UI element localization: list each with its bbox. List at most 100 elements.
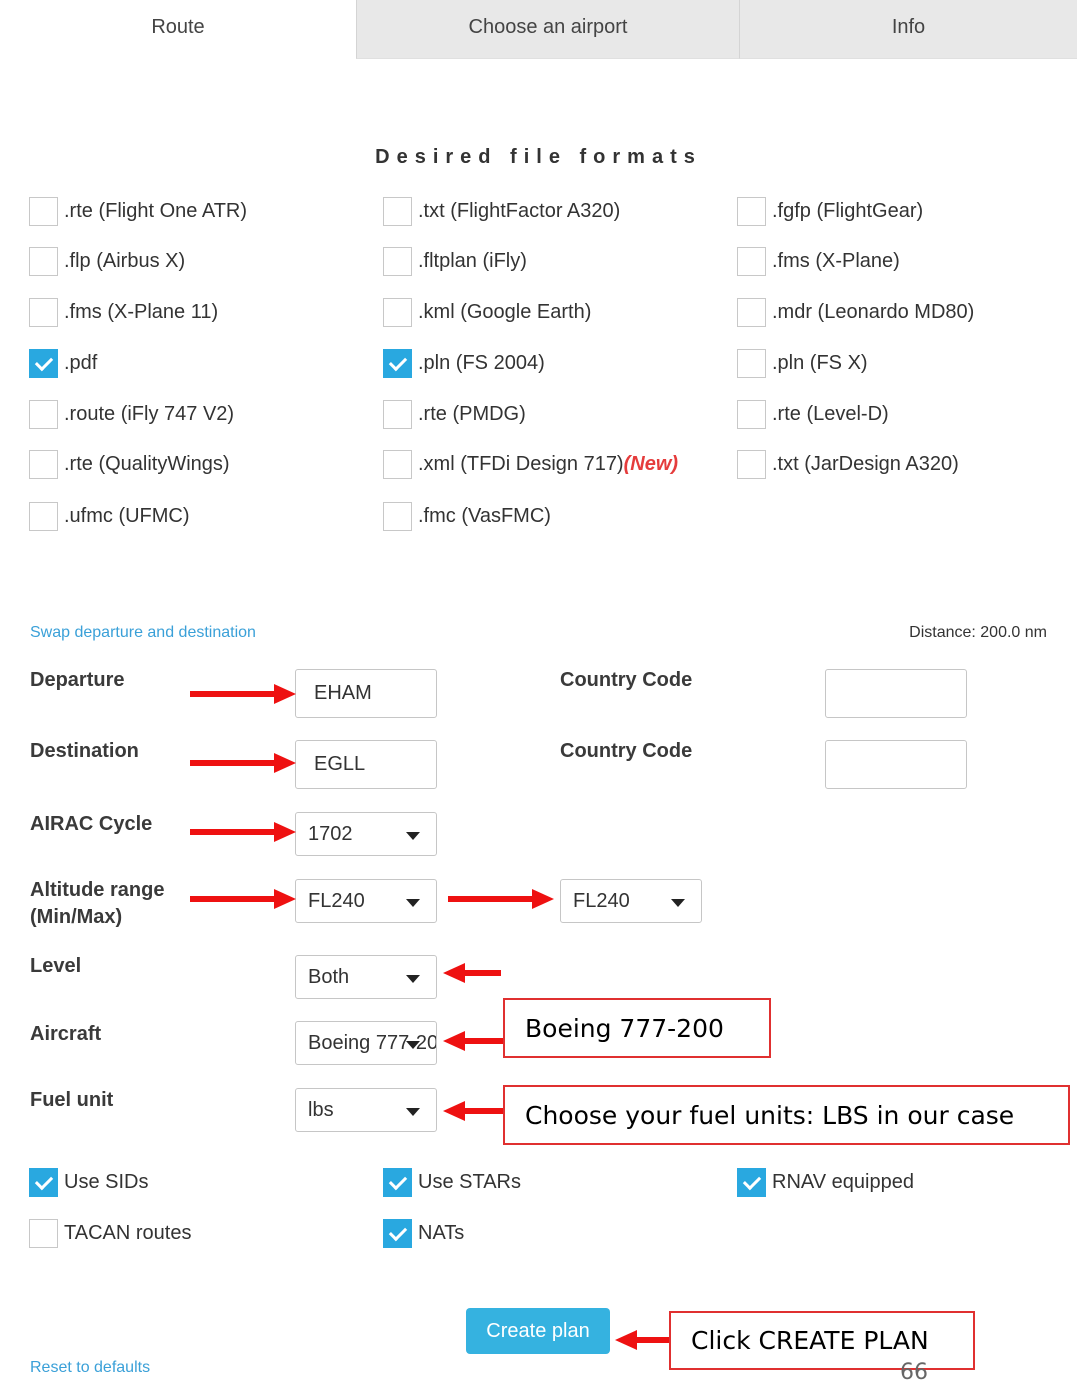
chevron-down-icon bbox=[406, 975, 420, 983]
format-checkbox-label: .ufmc (UFMC) bbox=[64, 504, 190, 527]
format-checkbox-item[interactable]: .mdr (Leonardo MD80) bbox=[737, 297, 974, 327]
annotation-arrow bbox=[443, 1101, 503, 1121]
checkbox-unchecked-icon[interactable] bbox=[737, 196, 766, 226]
format-checkbox-label: .rte (PMDG) bbox=[418, 402, 526, 425]
fuel-select[interactable]: lbs bbox=[295, 1088, 437, 1132]
checkbox-unchecked-icon[interactable] bbox=[29, 297, 58, 327]
option-checkbox-item[interactable]: RNAV equipped bbox=[737, 1167, 914, 1197]
option-checkbox-label: RNAV equipped bbox=[772, 1170, 914, 1193]
format-checkbox-item[interactable]: .ufmc (UFMC) bbox=[29, 501, 190, 531]
airac-select[interactable]: 1702 bbox=[295, 812, 437, 856]
checkbox-unchecked-icon[interactable] bbox=[383, 246, 412, 276]
checkbox-unchecked-icon[interactable] bbox=[737, 399, 766, 429]
reset-defaults-link[interactable]: Reset to defaults bbox=[30, 1359, 150, 1377]
format-checkbox-label: .pdf bbox=[64, 351, 98, 374]
checkbox-unchecked-icon[interactable] bbox=[29, 1218, 58, 1248]
aircraft-select[interactable]: Boeing 777-200 bbox=[295, 1021, 437, 1065]
checkbox-checked-icon[interactable] bbox=[383, 1167, 412, 1197]
tab-route-label: Route bbox=[151, 16, 205, 38]
format-checkbox-item[interactable]: .flp (Airbus X) bbox=[29, 246, 185, 276]
format-checkbox-item[interactable]: .route (iFly 747 V2) bbox=[29, 399, 234, 429]
format-checkbox-item[interactable]: .kml (Google Earth) bbox=[383, 297, 591, 327]
checkbox-unchecked-icon[interactable] bbox=[737, 449, 766, 479]
checkbox-unchecked-icon[interactable] bbox=[29, 501, 58, 531]
format-checkbox-item[interactable]: .fmc (VasFMC) bbox=[383, 501, 551, 531]
checkbox-checked-icon[interactable] bbox=[29, 348, 58, 378]
format-checkbox-item[interactable]: .txt (JarDesign A320) bbox=[737, 449, 959, 479]
format-checkbox-item[interactable]: .xml (TFDi Design 717) (New) bbox=[383, 449, 678, 479]
format-checkbox-label: .rte (QualityWings) bbox=[64, 452, 230, 475]
format-checkbox-label: .route (iFly 747 V2) bbox=[64, 402, 235, 425]
chevron-down-icon bbox=[671, 899, 685, 907]
country-code-dep-input[interactable] bbox=[825, 669, 967, 718]
checkbox-unchecked-icon[interactable] bbox=[737, 348, 766, 378]
option-checkbox-label: NATs bbox=[418, 1221, 465, 1244]
option-checkbox-item[interactable]: NATs bbox=[383, 1218, 464, 1248]
chevron-down-icon bbox=[406, 899, 420, 907]
format-checkbox-item[interactable]: .fms (X-Plane 11) bbox=[29, 297, 218, 327]
format-checkbox-item[interactable]: .rte (PMDG) bbox=[383, 399, 526, 429]
altitude-max-select[interactable]: FL240 bbox=[560, 879, 702, 923]
swap-link[interactable]: Swap departure and destination bbox=[30, 624, 256, 642]
file-formats-title: Desired file formats bbox=[375, 146, 702, 168]
format-checkbox-label: .txt (JarDesign A320) bbox=[772, 452, 959, 475]
format-checkbox-item[interactable]: .pln (FS X) bbox=[737, 348, 868, 378]
country-code-dep-label: Country Code bbox=[560, 669, 693, 691]
checkbox-checked-icon[interactable] bbox=[29, 1167, 58, 1197]
altitude-label-line1: Altitude range bbox=[30, 879, 165, 901]
checkbox-unchecked-icon[interactable] bbox=[383, 501, 412, 531]
tab-choose-airport[interactable]: Choose an airport bbox=[356, 0, 739, 59]
format-checkbox-item[interactable]: .rte (Level-D) bbox=[737, 399, 889, 429]
new-badge: (New) bbox=[623, 452, 679, 475]
option-checkbox-label: Use STARs bbox=[418, 1170, 521, 1193]
checkbox-unchecked-icon[interactable] bbox=[383, 399, 412, 429]
checkbox-checked-icon[interactable] bbox=[383, 1218, 412, 1248]
departure-input[interactable]: EHAM bbox=[295, 669, 437, 718]
annotation-arrow bbox=[615, 1330, 671, 1350]
format-checkbox-item[interactable]: .pdf bbox=[29, 348, 97, 378]
checkbox-unchecked-icon[interactable] bbox=[383, 196, 412, 226]
checkbox-unchecked-icon[interactable] bbox=[29, 399, 58, 429]
checkbox-unchecked-icon[interactable] bbox=[29, 196, 58, 226]
format-checkbox-item[interactable]: .pln (FS 2004) bbox=[383, 348, 545, 378]
destination-label: Destination bbox=[30, 740, 139, 762]
checkbox-checked-icon[interactable] bbox=[737, 1167, 766, 1197]
checkbox-unchecked-icon[interactable] bbox=[29, 246, 58, 276]
altitude-label: Altitude range (Min/Max) bbox=[30, 877, 164, 931]
checkbox-unchecked-icon[interactable] bbox=[737, 246, 766, 276]
checkbox-checked-icon[interactable] bbox=[383, 348, 412, 378]
format-checkbox-item[interactable]: .txt (FlightFactor A320) bbox=[383, 196, 620, 226]
option-checkbox-item[interactable]: TACAN routes bbox=[29, 1218, 191, 1248]
format-checkbox-item[interactable]: .fms (X-Plane) bbox=[737, 246, 900, 276]
annotation-arrow bbox=[190, 889, 296, 909]
tab-info[interactable]: Info bbox=[739, 0, 1077, 59]
option-checkbox-label: Use SIDs bbox=[64, 1170, 149, 1193]
checkbox-unchecked-icon[interactable] bbox=[383, 449, 412, 479]
destination-input[interactable]: EGLL bbox=[295, 740, 437, 789]
format-checkbox-label: .fltplan (iFly) bbox=[418, 249, 527, 272]
country-code-dest-input[interactable] bbox=[825, 740, 967, 789]
option-checkbox-label: TACAN routes bbox=[64, 1221, 192, 1244]
format-checkbox-item[interactable]: .rte (Flight One ATR) bbox=[29, 196, 247, 226]
annotation-arrow bbox=[448, 889, 554, 909]
format-checkbox-label: .fms (X-Plane) bbox=[772, 249, 900, 272]
create-plan-button[interactable]: Create plan bbox=[466, 1308, 610, 1354]
altitude-min-select[interactable]: FL240 bbox=[295, 879, 437, 923]
checkbox-unchecked-icon[interactable] bbox=[29, 449, 58, 479]
airac-select-value: 1702 bbox=[308, 822, 353, 845]
format-checkbox-label: .fmc (VasFMC) bbox=[418, 504, 551, 527]
option-checkbox-item[interactable]: Use STARs bbox=[383, 1167, 521, 1197]
option-checkbox-item[interactable]: Use SIDs bbox=[29, 1167, 148, 1197]
chevron-down-icon bbox=[406, 1108, 420, 1116]
altitude-max-value: FL240 bbox=[573, 889, 630, 912]
chevron-down-icon bbox=[406, 1041, 420, 1049]
format-checkbox-label: .kml (Google Earth) bbox=[418, 300, 592, 323]
checkbox-unchecked-icon[interactable] bbox=[737, 297, 766, 327]
format-checkbox-label: .xml (TFDi Design 717) bbox=[418, 452, 624, 475]
tab-route[interactable]: Route bbox=[0, 0, 356, 59]
format-checkbox-item[interactable]: .fltplan (iFly) bbox=[383, 246, 527, 276]
format-checkbox-item[interactable]: .fgfp (FlightGear) bbox=[737, 196, 923, 226]
format-checkbox-item[interactable]: .rte (QualityWings) bbox=[29, 449, 230, 479]
level-select[interactable]: Both bbox=[295, 955, 437, 999]
checkbox-unchecked-icon[interactable] bbox=[383, 297, 412, 327]
